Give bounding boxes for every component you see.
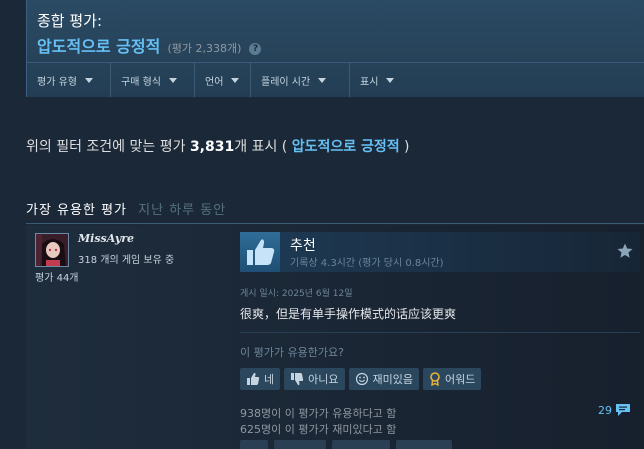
summary-rating[interactable]: 압도적으로 긍정적 bbox=[37, 37, 160, 56]
vote-yes-button[interactable]: 네 bbox=[240, 368, 281, 390]
vote-yes-label: 네 bbox=[264, 373, 275, 386]
award-chip[interactable] bbox=[274, 440, 326, 449]
star-icon[interactable] bbox=[616, 242, 634, 260]
filter-result-count: 3,831 bbox=[189, 139, 235, 155]
caret-down-icon bbox=[386, 77, 395, 83]
review-divider bbox=[240, 332, 640, 333]
caret-down-icon bbox=[168, 77, 177, 83]
section-header: 가장 유용한 평가 지난 하루 동안 bbox=[26, 199, 226, 218]
section-divider bbox=[26, 223, 644, 224]
vote-buttons: 네 아니요 재미있음 어워드 bbox=[240, 368, 482, 390]
filter-result-text: 위의 필터 조건에 맞는 평가 3,831개 표시 ( 압도적으로 긍정적 ) bbox=[26, 136, 410, 156]
filter-result-close: ) bbox=[399, 139, 410, 155]
award-icon bbox=[430, 372, 440, 386]
filter-label: 구매 형식 bbox=[121, 76, 161, 88]
vote-no-button[interactable]: 아니요 bbox=[284, 368, 345, 390]
summary-line: 압도적으로 긍정적 (평가 2,338개) ? bbox=[37, 33, 262, 57]
posted-date: 게시 일시: 2025년 6월 12일 bbox=[240, 289, 353, 299]
author-games-owned[interactable]: 318 개의 게임 보유 중 bbox=[78, 251, 174, 266]
smiley-icon bbox=[355, 372, 368, 386]
award-button[interactable]: 어워드 bbox=[422, 368, 482, 390]
caret-down-icon bbox=[318, 77, 327, 83]
avatar-image bbox=[36, 234, 68, 266]
section-title: 가장 유용한 평가 bbox=[26, 203, 127, 218]
thumbs-up-icon bbox=[247, 239, 275, 265]
playtime-hours: 기록상 4.3시간 (평가 당시 0.8시간) bbox=[290, 258, 444, 269]
filter-purchase-type[interactable]: 구매 형식 bbox=[111, 63, 195, 97]
review-text: 很爽，但是有单手操作模式的话应该更爽 bbox=[240, 307, 457, 321]
filter-result-rating: 압도적으로 긍정적 bbox=[291, 139, 400, 155]
filter-result-suffix: 개 표시 ( bbox=[234, 139, 292, 155]
thumbs-down-icon bbox=[291, 373, 304, 386]
comments-link[interactable]: 29 bbox=[598, 403, 631, 417]
filter-playtime[interactable]: 플레이 시간 bbox=[251, 63, 350, 97]
recommendation-label: 추천 bbox=[290, 238, 316, 254]
filter-label: 언어 bbox=[205, 76, 224, 88]
review-summary-panel: 종합 평가: 압도적으로 긍정적 (평가 2,338개) ? 평가 유형 구매 … bbox=[26, 0, 644, 97]
summary-count: (평가 2,338개) bbox=[167, 42, 242, 55]
summary-label: 종합 평가: bbox=[37, 12, 103, 30]
section-subtitle: 지난 하루 동안 bbox=[138, 203, 227, 218]
vote-funny-label: 재미있음 bbox=[372, 373, 413, 386]
award-label: 어워드 bbox=[444, 373, 476, 386]
award-row bbox=[240, 440, 452, 449]
thumbs-up-icon bbox=[247, 372, 260, 385]
award-chip[interactable] bbox=[396, 440, 452, 449]
caret-down-icon bbox=[84, 77, 93, 83]
filter-language[interactable]: 언어 bbox=[195, 63, 251, 97]
filter-label: 평가 유형 bbox=[37, 76, 77, 88]
comment-count: 29 bbox=[598, 403, 612, 417]
filter-label: 표시 bbox=[360, 76, 379, 88]
caret-down-icon bbox=[231, 77, 240, 83]
filter-bar: 평가 유형 구매 형식 언어 플레이 시간 표시 bbox=[27, 62, 644, 97]
helpful-count: 938명이 이 평가가 유용하다고 함 bbox=[240, 407, 397, 420]
filter-result-prefix: 위의 필터 조건에 맞는 평가 bbox=[26, 139, 190, 155]
help-icon[interactable]: ? bbox=[249, 43, 262, 55]
thumbs-up-box bbox=[240, 232, 280, 272]
vote-no-label: 아니요 bbox=[308, 373, 339, 386]
helpful-question: 이 평가가 유용한가요? bbox=[240, 346, 344, 359]
filter-display[interactable]: 표시 bbox=[350, 63, 408, 97]
filter-label: 플레이 시간 bbox=[261, 76, 311, 88]
author-review-count[interactable]: 평가 44개 bbox=[35, 269, 79, 284]
author-name[interactable]: MissAyre bbox=[78, 232, 134, 245]
award-chip[interactable] bbox=[240, 440, 268, 449]
review-vote-header[interactable]: 추천 기록상 4.3시간 (평가 당시 0.8시간) bbox=[240, 232, 640, 272]
award-chip[interactable] bbox=[332, 440, 390, 449]
comment-bubble-icon bbox=[616, 404, 630, 416]
filter-review-type[interactable]: 평가 유형 bbox=[27, 63, 111, 97]
vote-funny-button[interactable]: 재미있음 bbox=[348, 368, 419, 390]
funny-count: 625명이 이 평가가 재미있다고 함 bbox=[240, 423, 397, 436]
avatar[interactable] bbox=[35, 233, 69, 267]
